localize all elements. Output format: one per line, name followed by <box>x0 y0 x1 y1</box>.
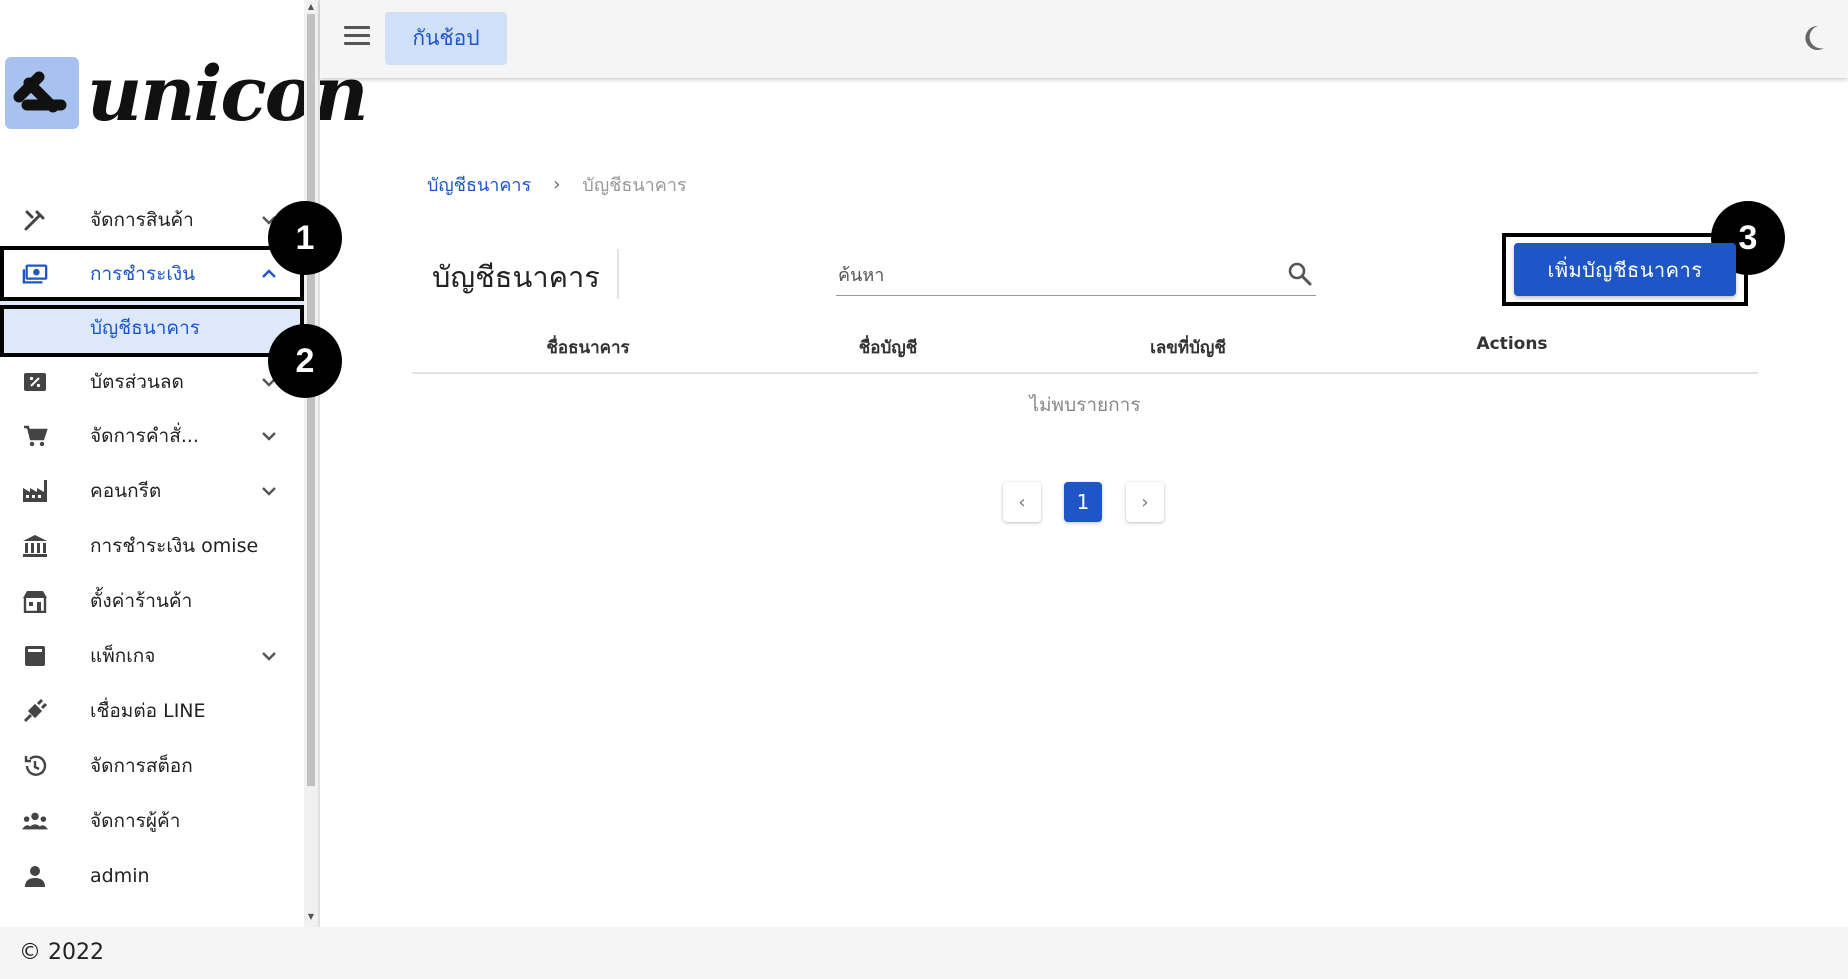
sidebar-item-coupons[interactable]: บัตรส่วนลด <box>0 355 304 409</box>
tools-icon <box>22 207 48 233</box>
sidebar-item-label: แพ็กเกจ <box>90 645 156 667</box>
sidebar-item-concrete[interactable]: คอนกรีต <box>0 464 304 518</box>
sidebar-item-label: ตั้งค่าร้านค้า <box>90 590 193 612</box>
sidebar-item-label: เชื่อมต่อ LINE <box>90 700 206 722</box>
breadcrumb-separator-icon: › <box>553 174 561 195</box>
table-empty-message: ไม่พบรายการ <box>1029 394 1141 416</box>
sidebar-scrollbar[interactable]: ▲ ▼ <box>304 0 318 927</box>
person-icon <box>22 863 48 889</box>
scroll-down-arrow-icon[interactable]: ▼ <box>306 912 316 922</box>
annotation-box-1 <box>0 246 304 301</box>
top-app-bar: กันช้อป <box>320 0 1848 78</box>
plug-icon <box>22 698 48 724</box>
breadcrumb: บัญชีธนาคาร › บัญชีธนาคาร <box>427 170 687 199</box>
pagination-page-button[interactable]: 1 <box>1064 482 1102 522</box>
bank-icon <box>22 533 48 559</box>
add-bank-account-button[interactable]: เพิ่มบัญชีธนาคาร <box>1514 243 1736 296</box>
sidebar: unicon จัดการสินค้า การชำระเงิน บัญชีธนา… <box>0 0 369 927</box>
sidebar-item-stock[interactable]: จัดการสต็อก <box>0 739 304 793</box>
search-input[interactable] <box>836 259 1260 291</box>
search-icon[interactable] <box>1287 261 1313 287</box>
page-title: บัญชีธนาคาร <box>432 260 600 294</box>
sidebar-item-label: จัดการสต็อก <box>90 755 193 777</box>
discount-icon <box>22 369 48 395</box>
breadcrumb-current: บัญชีธนาคาร <box>582 175 687 196</box>
cart-icon <box>22 423 48 449</box>
annotation-box-2 <box>0 305 304 357</box>
breadcrumb-link[interactable]: บัญชีธนาคาร <box>427 170 531 199</box>
table-header: ชื่อธนาคาร ชื่อบัญชี เลขที่บัญชี Actions <box>412 320 1758 374</box>
sidebar-divider <box>318 0 320 927</box>
menu-icon[interactable] <box>344 26 370 48</box>
column-header-bank-name[interactable]: ชื่อธนาคาร <box>448 334 728 361</box>
column-header-account-name[interactable]: ชื่อบัญชี <box>748 334 1028 361</box>
sidebar-item-orders[interactable]: จัดการคำสั่... <box>0 409 304 463</box>
sidebar-item-label: จัดการสินค้า <box>90 209 194 231</box>
sidebar-item-label: จัดการคำสั่... <box>90 425 199 447</box>
sidebar-item-label: บัตรส่วนลด <box>90 371 184 393</box>
logo-badge-icon <box>5 57 79 129</box>
sidebar-item-omise-payments[interactable]: การชำระเงิน omise <box>0 519 304 573</box>
sidebar-item-store-settings[interactable]: ตั้งค่าร้านค้า <box>0 574 304 628</box>
annotation-marker-1: 1 <box>268 201 342 275</box>
sidebar-item-label: คอนกรีต <box>90 480 162 502</box>
factory-icon <box>22 478 48 504</box>
chevron-down-icon <box>258 480 280 502</box>
footer: © 2022 <box>0 927 1848 979</box>
search-field <box>836 253 1316 296</box>
dark-mode-toggle-icon[interactable] <box>1800 24 1826 52</box>
sidebar-item-label: จัดการผู้ค้า <box>90 810 181 832</box>
sidebar-item-admin[interactable]: admin <box>0 849 304 903</box>
bank-accounts-table: ชื่อธนาคาร ชื่อบัญชี เลขที่บัญชี Actions… <box>412 320 1758 416</box>
scrollbar-thumb[interactable] <box>307 14 315 786</box>
sidebar-item-packages[interactable]: แพ็กเกจ <box>0 629 304 683</box>
store-icon <box>22 588 48 614</box>
chevron-down-icon <box>258 645 280 667</box>
chevron-down-icon <box>258 425 280 447</box>
column-header-actions: Actions <box>1476 334 1548 354</box>
annotation-marker-2: 2 <box>268 324 342 398</box>
sidebar-item-products[interactable]: จัดการสินค้า <box>0 193 304 247</box>
scroll-up-arrow-icon[interactable]: ▲ <box>306 2 316 12</box>
pagination-next-button[interactable]: › <box>1126 482 1164 522</box>
column-header-account-number[interactable]: เลขที่บัญชี <box>1048 334 1328 361</box>
unicon-logo[interactable]: unicon <box>5 49 369 138</box>
pagination-prev-button[interactable]: ‹ <box>1003 482 1041 522</box>
title-divider <box>617 249 619 299</box>
sidebar-item-label: การชำระเงิน omise <box>90 535 259 557</box>
copyright-text: © 2022 <box>19 940 104 965</box>
people-icon <box>22 808 48 834</box>
shop-name-button[interactable]: กันช้อป <box>385 12 507 65</box>
history-icon <box>22 753 48 779</box>
sidebar-item-line-connect[interactable]: เชื่อมต่อ LINE <box>0 684 304 738</box>
sidebar-item-vendors[interactable]: จัดการผู้ค้า <box>0 794 304 848</box>
package-icon <box>22 643 48 669</box>
sidebar-item-label: admin <box>90 865 150 887</box>
